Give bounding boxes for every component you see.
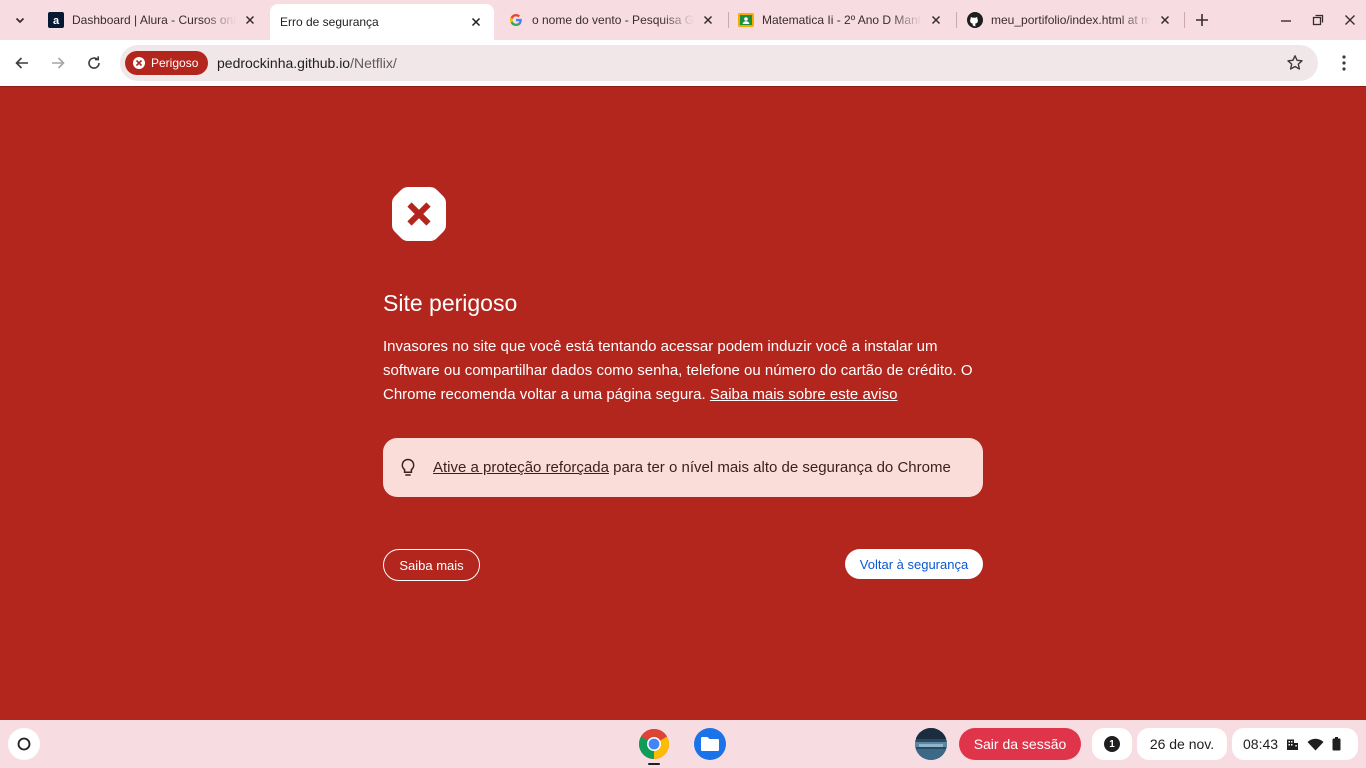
security-chip[interactable]: Perigoso	[125, 51, 209, 75]
tab-title: Erro de segurança	[280, 15, 379, 29]
protection-text: para ter o nível mais alto de segurança …	[613, 459, 951, 476]
user-avatar[interactable]	[915, 728, 947, 760]
chrome-menu-button[interactable]	[1332, 49, 1356, 77]
close-window-button[interactable]	[1336, 6, 1364, 34]
launcher-button[interactable]	[8, 728, 40, 760]
url-text[interactable]: pedrockinha.github.io/Netflix/	[217, 55, 397, 71]
minimize-button[interactable]	[1272, 6, 1300, 34]
plus-icon	[1196, 14, 1208, 26]
github-icon	[967, 12, 983, 28]
tab-alura[interactable]: a Dashboard | Alura - Cursos online	[38, 6, 268, 34]
page-title: Site perigoso	[383, 290, 518, 316]
lightbulb-icon	[399, 458, 417, 478]
running-indicator	[648, 763, 660, 765]
safe-browsing-interstitial: Site perigoso Invasores no site que você…	[0, 86, 1366, 720]
tab-google-search[interactable]: o nome do vento - Pesquisa Google	[498, 6, 726, 34]
back-to-safety-button[interactable]: Voltar à segurança	[845, 549, 983, 579]
system-shelf: Sair da sessão 1 26 de nov. 08:43	[0, 720, 1366, 768]
close-icon	[1345, 15, 1355, 25]
protection-message: Ative a proteção reforçada para ter o ní…	[433, 459, 951, 476]
managed-building-icon	[1286, 738, 1299, 751]
close-icon[interactable]	[700, 12, 716, 28]
warning-description: Invasores no site que você está tentando…	[383, 335, 993, 407]
more-vert-icon	[1342, 55, 1346, 71]
close-icon[interactable]	[1157, 12, 1173, 28]
chrome-app-icon[interactable]	[638, 728, 670, 760]
enhanced-protection-link[interactable]: Ative a proteção reforçada	[433, 459, 609, 476]
address-bar[interactable]: Perigoso pedrockinha.github.io/Netflix/	[120, 45, 1318, 81]
minimize-icon	[1281, 20, 1291, 22]
arrow-right-icon	[52, 57, 65, 69]
reload-icon	[88, 56, 100, 69]
tab-title: meu_portifolio/index.html at main	[991, 13, 1151, 27]
security-chip-label: Perigoso	[151, 56, 199, 70]
reload-button[interactable]	[80, 49, 108, 77]
tab-title: Dashboard | Alura - Cursos online	[72, 13, 236, 27]
notification-counter[interactable]: 1	[1092, 728, 1132, 760]
close-icon[interactable]	[928, 12, 944, 28]
tab-github[interactable]: meu_portifolio/index.html at main	[957, 6, 1183, 34]
tab-title: o nome do vento - Pesquisa Google	[532, 13, 694, 27]
svg-text:a: a	[53, 15, 60, 27]
tab-strip: a Dashboard | Alura - Cursos online Erro…	[0, 0, 1366, 40]
wifi-icon	[1307, 738, 1324, 751]
danger-icon	[133, 57, 145, 69]
url-host: pedrockinha.github.io	[217, 55, 351, 71]
forward-button[interactable]	[44, 49, 72, 77]
tab-title: Matematica Ii - 2º Ano D Manhã	[762, 13, 922, 27]
back-button[interactable]	[8, 49, 36, 77]
tab-separator	[1184, 12, 1185, 28]
battery-icon	[1332, 737, 1341, 751]
browser-toolbar: Perigoso pedrockinha.github.io/Netflix/	[0, 40, 1366, 86]
status-tray[interactable]: 08:43	[1232, 728, 1358, 760]
date-tray[interactable]: 26 de nov.	[1137, 728, 1227, 760]
folder-icon	[701, 737, 719, 751]
learn-more-link[interactable]: Saiba mais sobre este aviso	[710, 386, 898, 403]
bookmark-star-icon[interactable]	[1286, 54, 1304, 72]
tab-erro-de-seguranca[interactable]: Erro de segurança	[270, 4, 494, 40]
tab-search-button[interactable]	[8, 8, 32, 32]
url-path: /Netflix/	[350, 55, 397, 71]
sign-out-button[interactable]: Sair da sessão	[959, 728, 1081, 760]
restore-icon	[1312, 14, 1324, 26]
notification-count: 1	[1104, 736, 1120, 752]
tab-classroom[interactable]: Matematica Ii - 2º Ano D Manhã	[728, 6, 954, 34]
details-button[interactable]: Saiba mais	[383, 549, 480, 581]
enhanced-protection-card: Ative a proteção reforçada para ter o ní…	[383, 438, 983, 497]
new-tab-button[interactable]	[1188, 6, 1216, 34]
alura-icon: a	[48, 12, 64, 28]
chevron-down-icon	[15, 17, 25, 24]
google-icon	[508, 12, 524, 28]
clock-time: 08:43	[1243, 736, 1279, 752]
dangerous-site-icon	[392, 187, 446, 241]
classroom-icon	[738, 12, 754, 28]
launcher-icon	[17, 737, 31, 751]
arrow-left-icon	[15, 57, 28, 69]
restore-button[interactable]	[1304, 6, 1332, 34]
close-icon[interactable]	[242, 12, 258, 28]
close-icon[interactable]	[468, 14, 484, 30]
files-app-icon[interactable]	[694, 728, 726, 760]
